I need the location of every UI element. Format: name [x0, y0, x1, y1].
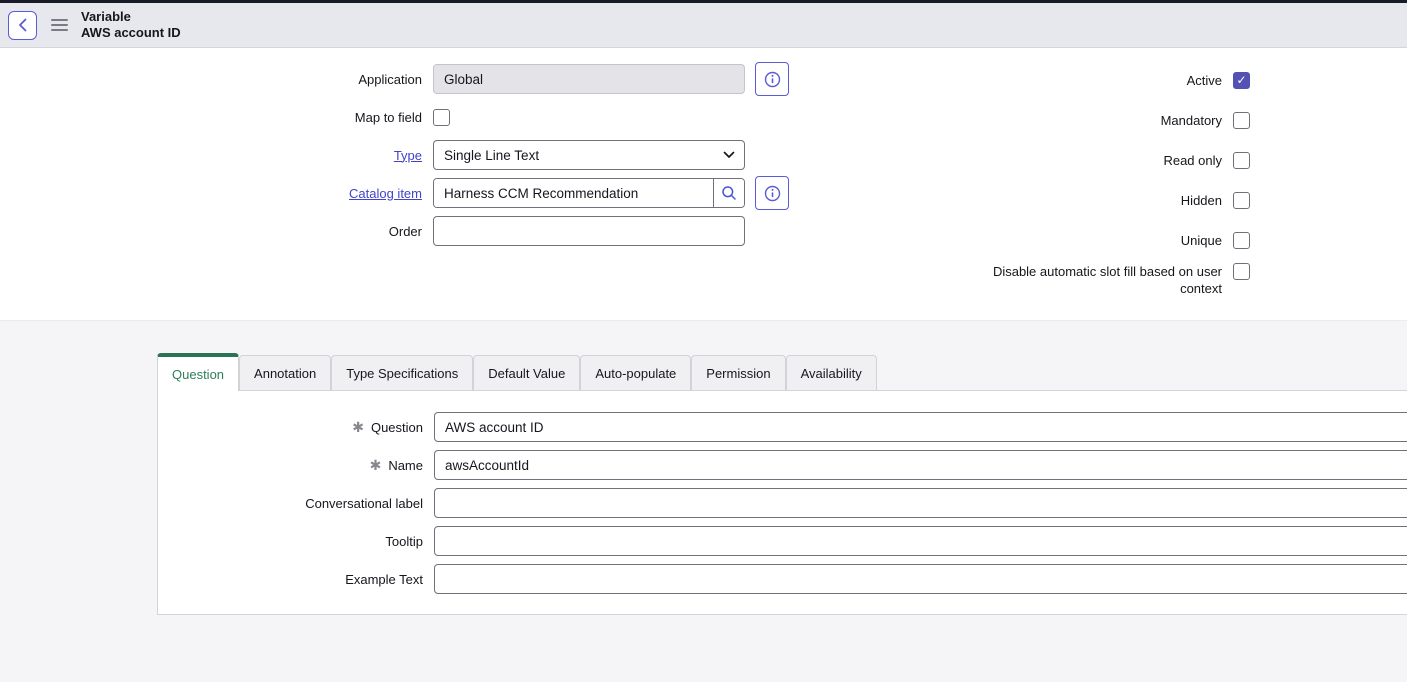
type-row: Type Single Line Text	[0, 136, 820, 174]
map-to-field-row: Map to field	[0, 98, 820, 136]
catalog-item-field-group	[433, 178, 745, 208]
name-row: ✱ Name	[158, 450, 1407, 480]
question-label: Question	[371, 420, 423, 435]
catalog-item-info-button[interactable]	[755, 176, 789, 210]
unique-row: Unique	[950, 220, 1250, 260]
read-only-row: Read only	[950, 140, 1250, 180]
active-checkbox[interactable]	[1233, 72, 1250, 89]
form-left-column: Application Map to field Type Single Lin…	[0, 48, 820, 250]
active-label: Active	[1187, 72, 1222, 89]
record-type-title: Variable	[81, 9, 181, 25]
name-label: Name	[388, 458, 423, 473]
application-row: Application	[0, 60, 820, 98]
tab-permission[interactable]: Permission	[691, 355, 785, 391]
hidden-label: Hidden	[1181, 192, 1222, 209]
catalog-item-field[interactable]	[434, 179, 713, 207]
disable-slot-fill-row: Disable automatic slot fill based on use…	[950, 260, 1250, 308]
app-header: Variable AWS account ID	[0, 3, 1407, 48]
tab-availability[interactable]: Availability	[786, 355, 877, 391]
example-text-label: Example Text	[345, 572, 423, 587]
variable-form: Application Map to field Type Single Lin…	[0, 48, 1407, 319]
tab-type-specifications[interactable]: Type Specifications	[331, 355, 473, 391]
application-label: Application	[0, 72, 422, 87]
type-select-value: Single Line Text	[444, 148, 539, 163]
tooltip-field[interactable]	[434, 526, 1407, 556]
conversational-label-row: ✱ Conversational label	[158, 488, 1407, 518]
search-icon	[721, 185, 737, 201]
read-only-checkbox[interactable]	[1233, 152, 1250, 169]
required-marker-icon: ✱	[352, 419, 364, 436]
record-name-title: AWS account ID	[81, 25, 181, 41]
form-right-column: Active Mandatory Read only Hidden Unique…	[950, 48, 1250, 308]
back-button[interactable]	[8, 11, 37, 40]
application-info-button[interactable]	[755, 62, 789, 96]
info-icon	[764, 71, 781, 88]
read-only-label: Read only	[1163, 152, 1222, 169]
type-label-link[interactable]: Type	[394, 148, 422, 163]
tab-question[interactable]: Question	[157, 353, 239, 391]
tab-annotation[interactable]: Annotation	[239, 355, 331, 391]
question-field[interactable]	[434, 412, 1407, 442]
example-text-field[interactable]	[434, 564, 1407, 594]
catalog-item-label-link[interactable]: Catalog item	[349, 186, 422, 201]
conversational-label-field[interactable]	[434, 488, 1407, 518]
map-to-field-label: Map to field	[0, 110, 422, 125]
tabbed-section: Question Annotation Type Specifications …	[0, 320, 1407, 682]
unique-label: Unique	[1181, 232, 1222, 249]
chevron-down-icon	[723, 151, 735, 159]
mandatory-row: Mandatory	[950, 100, 1250, 140]
hamburger-menu-icon[interactable]	[51, 19, 68, 31]
disable-slot-fill-checkbox[interactable]	[1233, 263, 1250, 280]
page-title: Variable AWS account ID	[81, 9, 181, 41]
disable-slot-fill-label: Disable automatic slot fill based on use…	[976, 263, 1222, 297]
tab-bar: Question Annotation Type Specifications …	[157, 321, 1407, 391]
hidden-checkbox[interactable]	[1233, 192, 1250, 209]
name-field[interactable]	[434, 450, 1407, 480]
chevron-left-icon	[18, 18, 27, 32]
type-select[interactable]: Single Line Text	[433, 140, 745, 170]
application-field	[433, 64, 745, 94]
required-marker-icon: ✱	[370, 457, 382, 474]
hidden-row: Hidden	[950, 180, 1250, 220]
catalog-item-lookup-button[interactable]	[713, 179, 744, 207]
active-row: Active	[950, 60, 1250, 100]
mandatory-label: Mandatory	[1161, 112, 1222, 129]
tooltip-label: Tooltip	[385, 534, 423, 549]
mandatory-checkbox[interactable]	[1233, 112, 1250, 129]
map-to-field-checkbox[interactable]	[433, 109, 450, 126]
order-field[interactable]	[433, 216, 745, 246]
conversational-label-label: Conversational label	[305, 496, 423, 511]
question-tab-panel: ✱ Question ✱ Name ✱ Conversational label…	[157, 390, 1407, 615]
example-text-row: ✱ Example Text	[158, 564, 1407, 594]
unique-checkbox[interactable]	[1233, 232, 1250, 249]
info-icon	[764, 185, 781, 202]
tab-default-value[interactable]: Default Value	[473, 355, 580, 391]
order-label: Order	[0, 224, 422, 239]
tab-auto-populate[interactable]: Auto-populate	[580, 355, 691, 391]
tooltip-row: ✱ Tooltip	[158, 526, 1407, 556]
order-row: Order	[0, 212, 820, 250]
catalog-item-row: Catalog item	[0, 174, 820, 212]
question-row: ✱ Question	[158, 412, 1407, 442]
